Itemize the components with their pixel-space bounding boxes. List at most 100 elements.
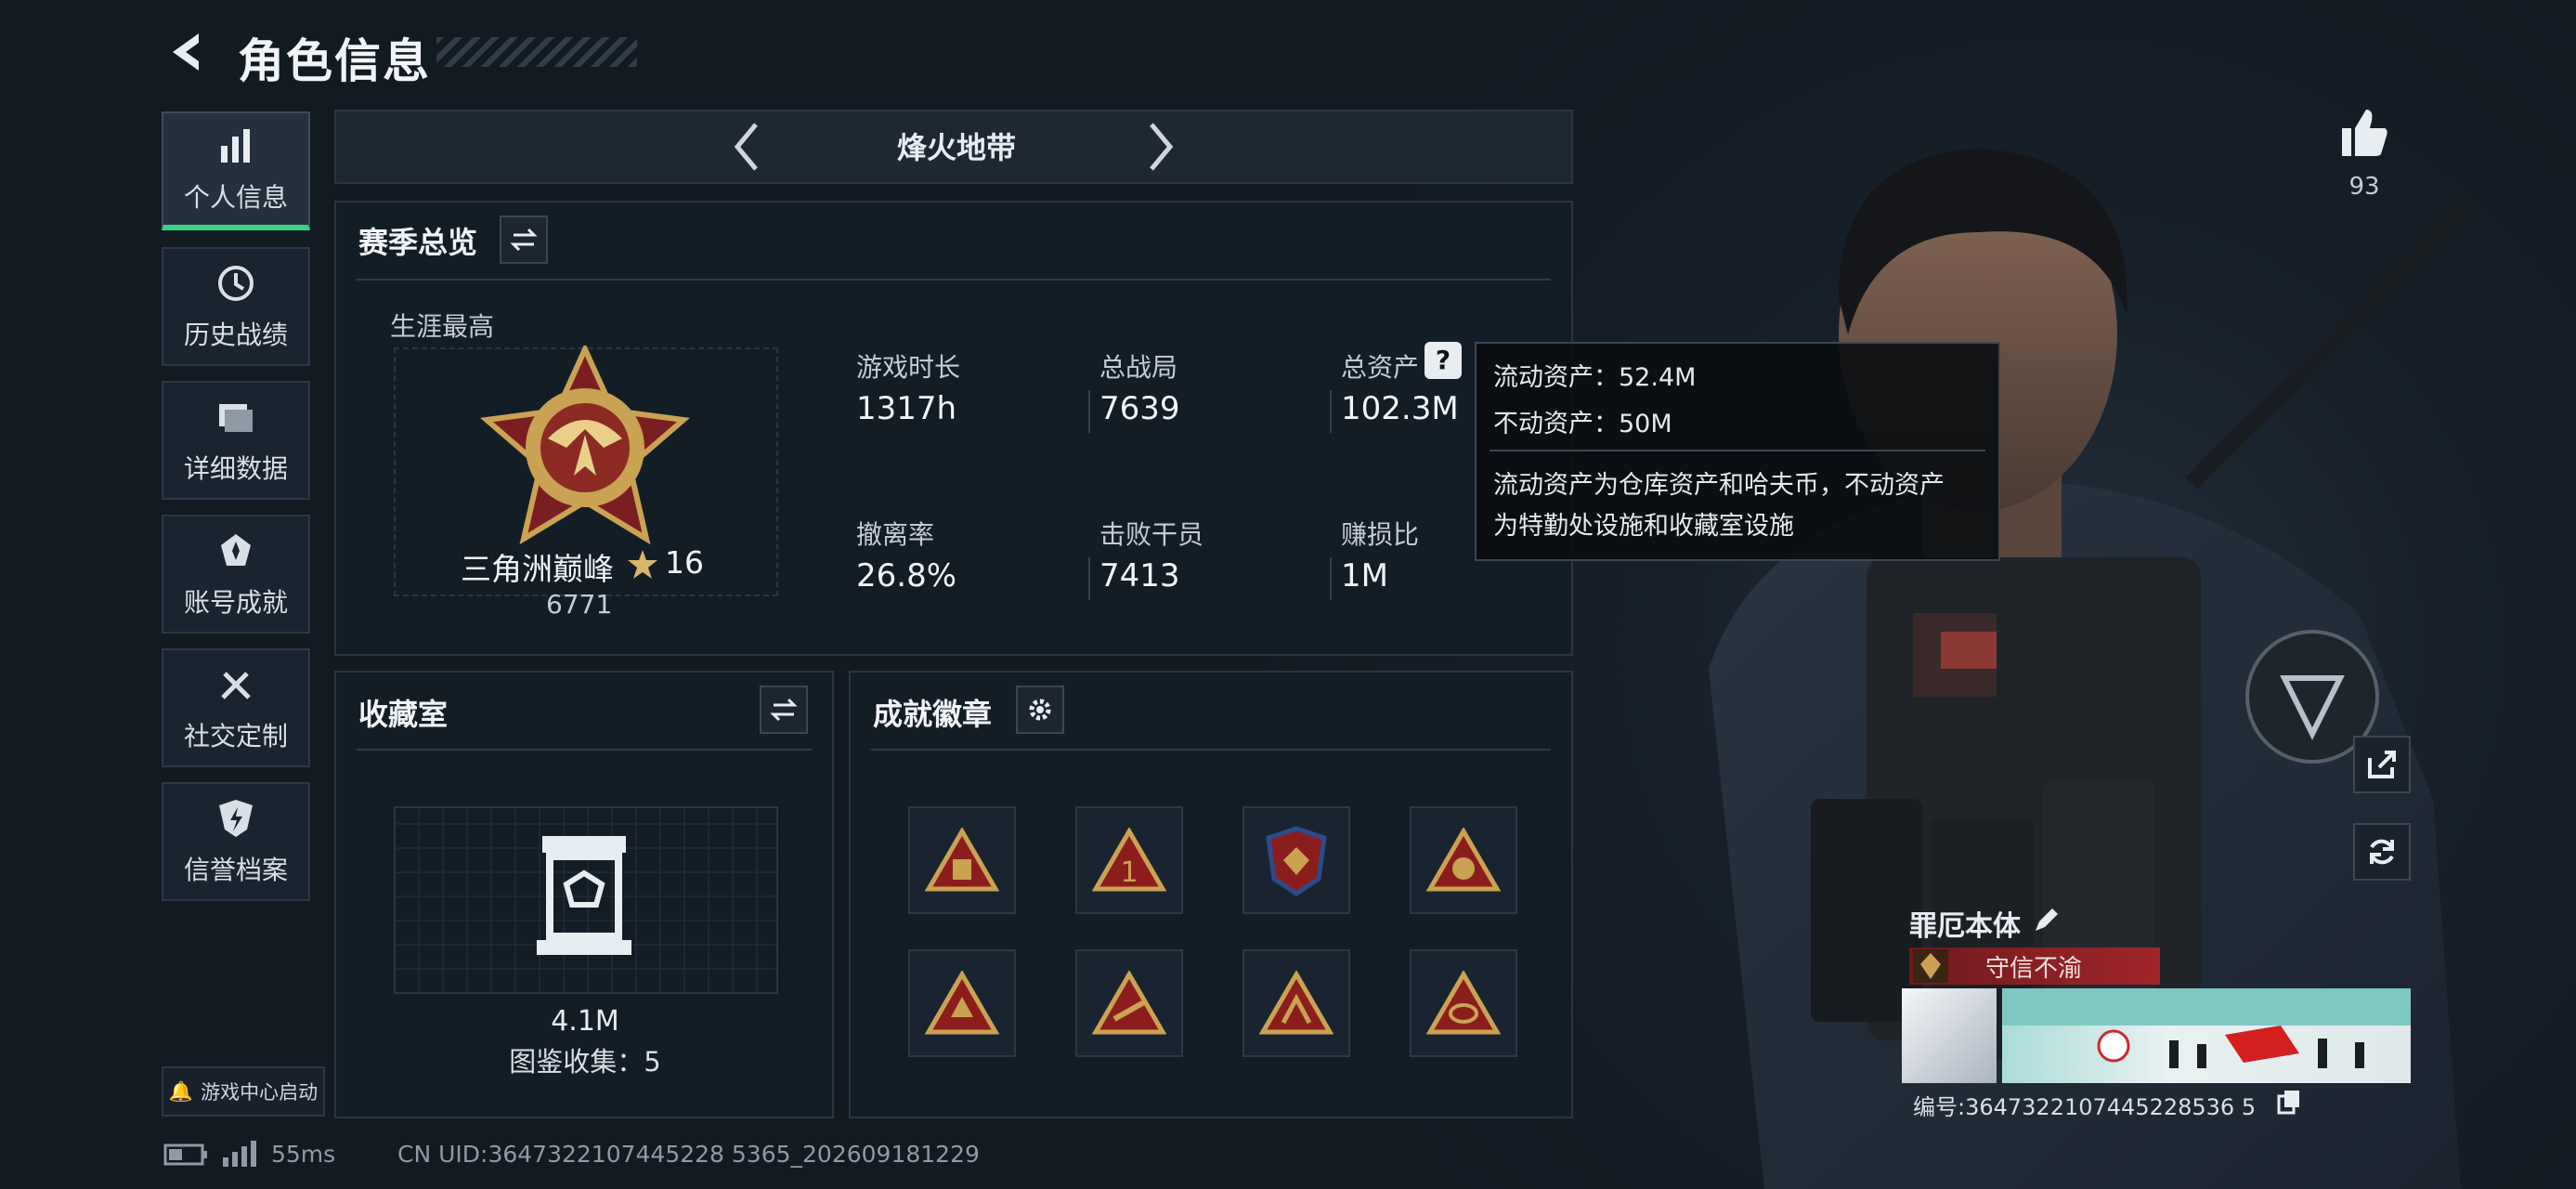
ping-value: 55ms [271, 1141, 336, 1168]
rank-points: 6771 [546, 589, 613, 620]
section-divider [357, 279, 1551, 281]
bell-icon: 🔔 [168, 1079, 194, 1103]
page-title: 角色信息 [238, 34, 431, 88]
next-map-chevron-icon[interactable] [1142, 119, 1179, 175]
sidebar-item-match-history[interactable]: 历史战绩 [162, 247, 310, 366]
stat-divider [1330, 557, 1332, 600]
achievement-badge[interactable] [908, 806, 1016, 914]
snowfight-scene-icon [2002, 988, 2411, 1068]
badge-triangle-icon [1426, 971, 1501, 1035]
battery-icon [163, 1143, 207, 1166]
back-arrow-icon[interactable] [163, 28, 208, 76]
card-thumbnail[interactable] [1902, 988, 1997, 1083]
collection-value: 4.1M [551, 1005, 619, 1038]
like-count: 93 [2348, 173, 2380, 201]
section-divider [871, 749, 1551, 751]
badge-triangle-icon [925, 828, 999, 892]
stat-value-total-matches: 7639 [1099, 390, 1180, 427]
rank-stars: 16 [665, 544, 704, 581]
thumbs-up-icon[interactable] [2336, 106, 2390, 160]
sidebar-item-label: 社交定制 [183, 721, 288, 751]
stat-divider [1088, 557, 1090, 600]
stat-label-total-matches: 总战局 [1099, 352, 1178, 383]
signal-icon [223, 1141, 256, 1167]
character-title: 守信不渝 [1985, 954, 2083, 983]
stat-label-profit-loss: 赚损比 [1341, 519, 1420, 550]
sidebar-item-detailed-data[interactable]: 详细数据 [162, 381, 310, 500]
sidebar-item-social[interactable]: 社交定制 [162, 648, 310, 767]
achievement-badges-title: 成就徽章 [873, 697, 993, 732]
game-center-label: 游戏中心启动 [201, 1081, 319, 1104]
achievement-badge[interactable] [1410, 806, 1517, 914]
stat-divider [1330, 390, 1332, 433]
clock-icon [218, 266, 254, 301]
uid-text: CN UID:3647322107445228 5365_20260918122… [397, 1141, 980, 1168]
character-serial: 编号:3647322107445228536 5 [1913, 1094, 2257, 1120]
badge-number-one-icon: 1 [1092, 828, 1166, 892]
badge-triangle-icon [1426, 828, 1501, 892]
section-divider [357, 749, 812, 751]
badge-settings-button[interactable] [1016, 686, 1064, 734]
badge-triangle-icon [925, 971, 999, 1035]
display-case-icon [537, 836, 631, 955]
tools-icon [221, 672, 251, 699]
achievement-badge[interactable] [1242, 806, 1350, 914]
sidebar-item-label: 详细数据 [183, 453, 288, 484]
stat-value-extraction-rate: 26.8% [856, 557, 957, 594]
sidebar-item-personal-info[interactable]: 个人信息 [162, 111, 310, 230]
swap-icon [770, 698, 798, 722]
rank-name: 三角洲巅峰 [461, 551, 614, 587]
svg-text:1: 1 [1120, 856, 1138, 889]
badge-triangle-icon [1092, 971, 1166, 1035]
game-center-launch-button[interactable]: 🔔 游戏中心启动 [162, 1066, 325, 1117]
collection-title: 收藏室 [358, 697, 449, 732]
season-switch-button[interactable] [500, 216, 548, 264]
star-icon [628, 550, 657, 579]
share-button[interactable] [2353, 736, 2411, 793]
tooltip-description-1: 流动资产为仓库资产和哈夫币，不动资产 [1493, 471, 1945, 500]
character-title-banner: 守信不渝 [1909, 947, 2160, 985]
character-name: 罪厄本体 [1909, 910, 2021, 943]
stat-value-total-assets: 102.3M [1341, 390, 1459, 427]
title-emblem-icon [1913, 949, 1948, 983]
stat-value-playtime: 1317h [856, 390, 957, 427]
tooltip-divider [1490, 450, 1985, 451]
card-banner[interactable] [2002, 988, 2411, 1083]
stat-label-extraction-rate: 撤离率 [856, 519, 935, 550]
achievement-badge[interactable] [1242, 949, 1350, 1057]
assets-tooltip: 流动资产：52.4M 不动资产：50M 流动资产为仓库资产和哈夫币，不动资产 为… [1475, 342, 2000, 561]
refresh-button[interactable] [2353, 823, 2411, 881]
collection-switch-button[interactable] [760, 686, 808, 734]
sidebar-item-label: 历史战绩 [183, 320, 288, 350]
edit-icon[interactable] [2032, 907, 2060, 934]
folder-icon [219, 404, 253, 432]
stat-label-total-assets: 总资产 [1341, 352, 1420, 383]
stat-label-playtime: 游戏时长 [856, 352, 961, 383]
achievement-badge[interactable] [908, 949, 1016, 1057]
tooltip-fixed-assets: 不动资产：50M [1493, 410, 1672, 438]
achievement-badge[interactable] [1410, 949, 1517, 1057]
season-overview-title: 赛季总览 [358, 225, 478, 260]
sidebar-item-label: 信誉档案 [183, 855, 288, 885]
achievement-badge[interactable]: 1 [1075, 806, 1183, 914]
achievement-badge[interactable] [1075, 949, 1183, 1057]
refresh-icon [2370, 839, 2394, 865]
map-name: 烽火地带 [896, 130, 1016, 165]
title-decoration [436, 37, 637, 67]
stat-label-operators-defeated: 击败干员 [1099, 519, 1204, 550]
medal-icon [221, 534, 251, 566]
sidebar-item-achievements[interactable]: 账号成就 [162, 515, 310, 634]
sidebar-item-reputation[interactable]: 信誉档案 [162, 782, 310, 901]
collection-count: 图鉴收集：5 [509, 1046, 661, 1078]
rank-emblem-icon [479, 346, 691, 545]
copy-icon[interactable] [2277, 1089, 2301, 1115]
prev-map-chevron-icon[interactable] [728, 119, 765, 175]
badge-triangle-icon [1259, 971, 1334, 1035]
stat-value-operators-defeated: 7413 [1099, 557, 1180, 594]
shield-icon [219, 800, 253, 837]
gear-icon [1029, 699, 1051, 721]
stat-divider [1088, 390, 1090, 433]
stat-value-profit-loss: 1M [1341, 557, 1388, 594]
tooltip-liquid-assets: 流动资产：52.4M [1493, 363, 1697, 392]
help-icon[interactable]: ? [1425, 342, 1462, 379]
